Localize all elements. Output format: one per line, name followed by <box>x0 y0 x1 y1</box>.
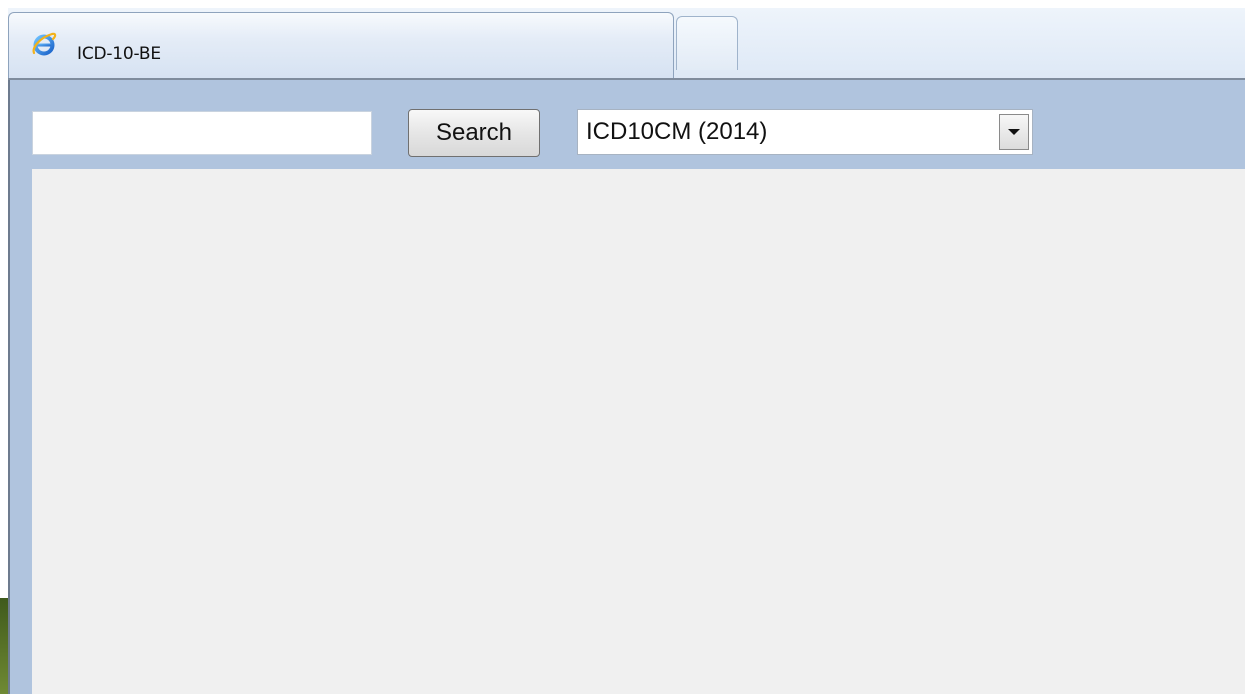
results-pane <box>32 169 1245 694</box>
chevron-down-icon <box>1008 129 1020 135</box>
browser-tab[interactable]: ICD-10-BE <box>8 12 674 78</box>
dataset-select-arrow-button[interactable] <box>999 114 1029 150</box>
search-input[interactable] <box>32 111 372 155</box>
new-tab-button[interactable] <box>676 16 738 70</box>
browser-tab-bar: ICD-10-BE <box>0 0 1245 80</box>
internet-explorer-icon <box>31 31 57 57</box>
dataset-select-value: ICD10CM (2014) <box>586 118 768 145</box>
search-button[interactable]: Search <box>408 109 540 157</box>
tab-title: ICD-10-BE <box>77 44 161 64</box>
dataset-select[interactable]: ICD10CM (2014) <box>577 109 1033 155</box>
